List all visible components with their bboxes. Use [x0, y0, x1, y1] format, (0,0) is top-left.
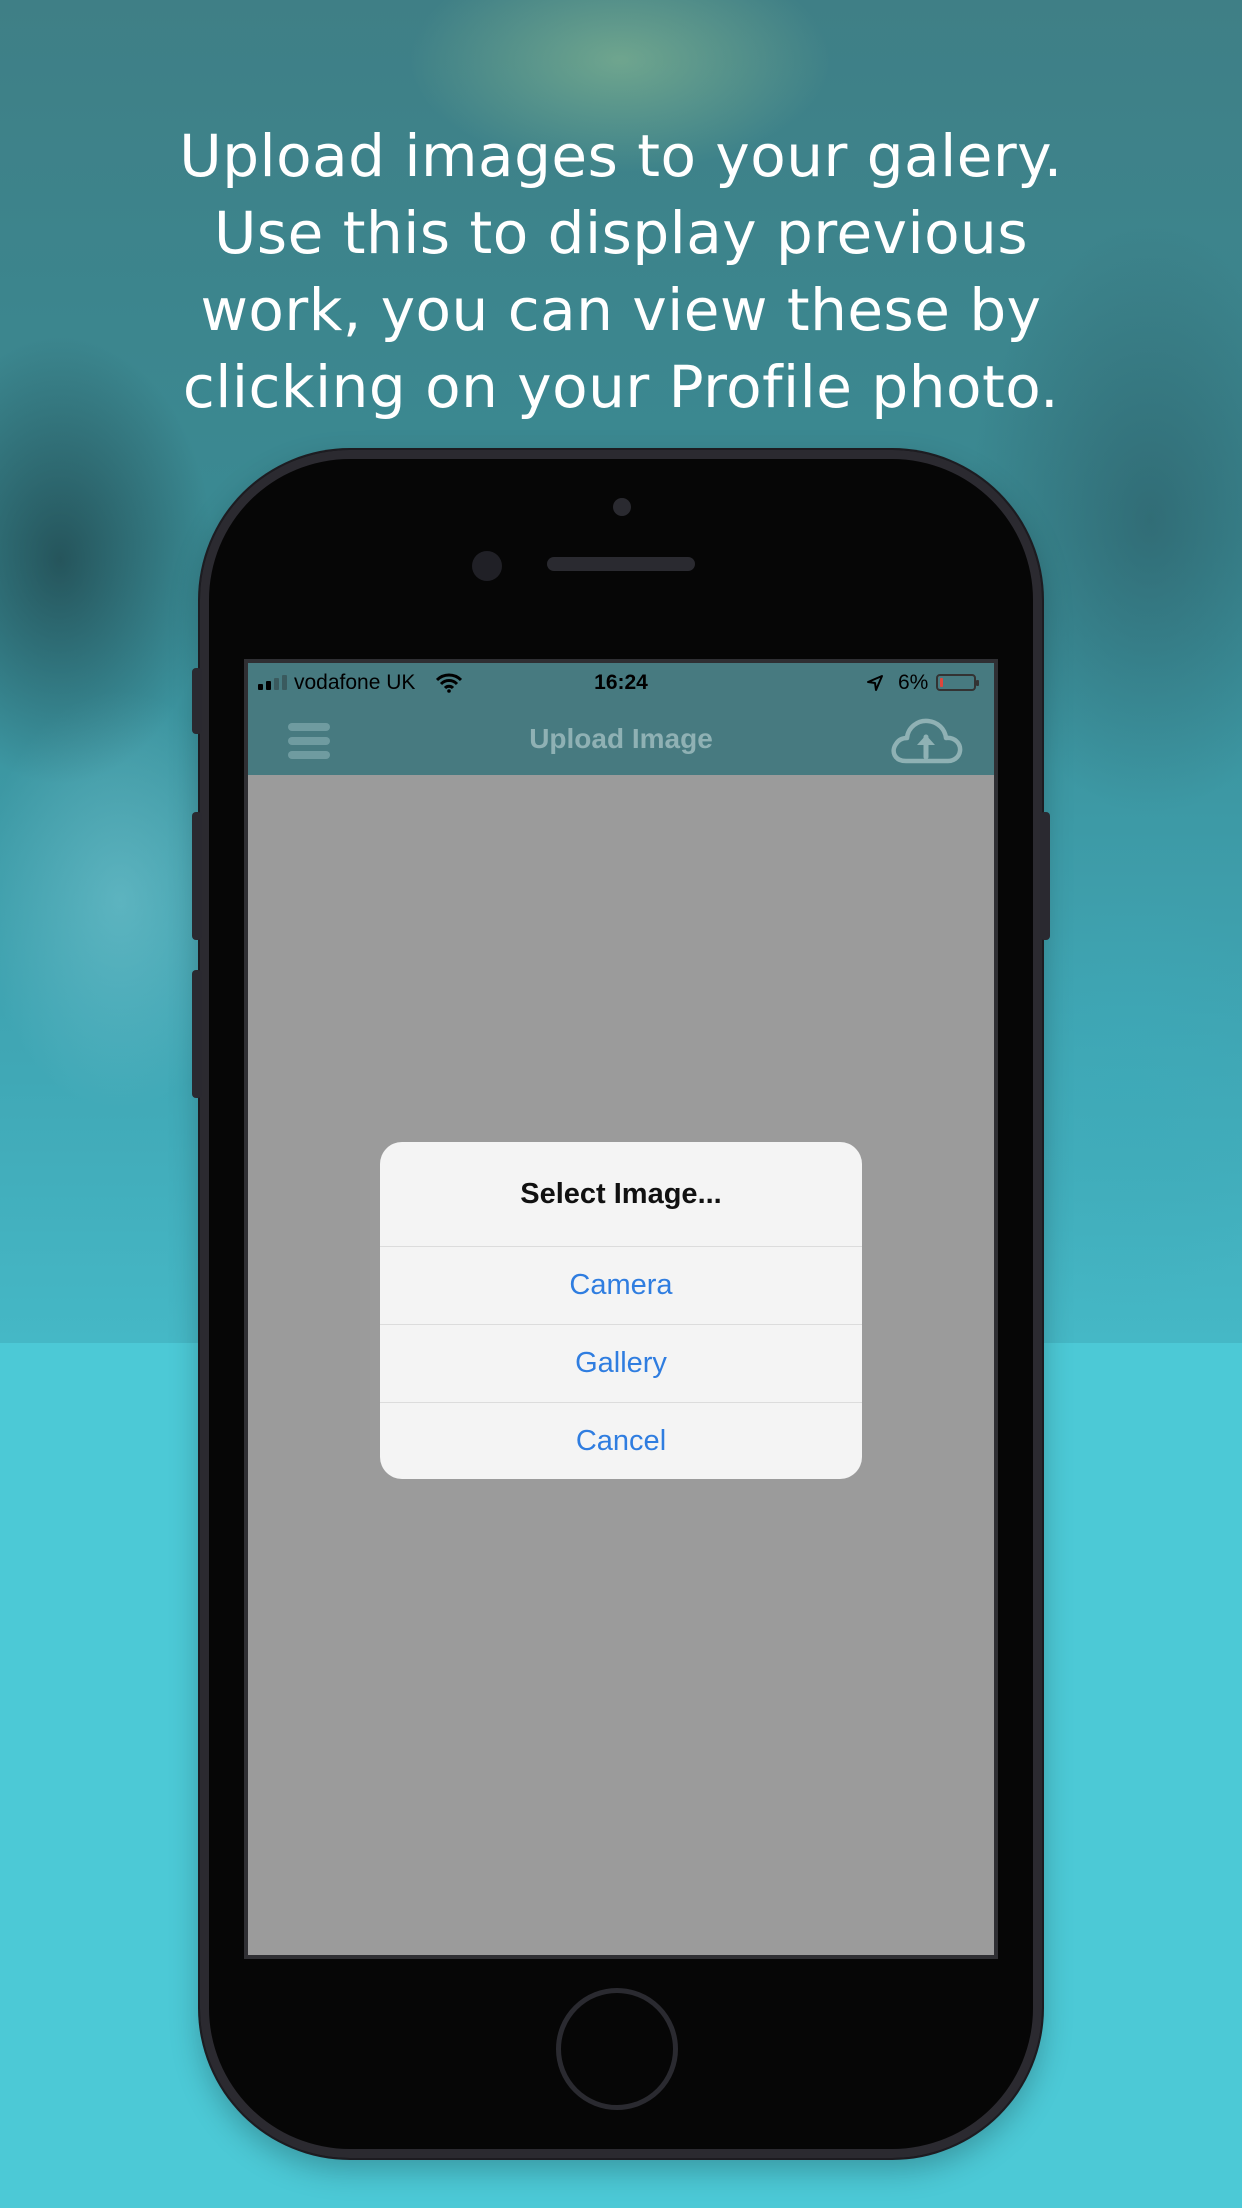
location-arrow-icon: [866, 674, 884, 698]
power-button: [1040, 812, 1050, 940]
status-bar: vodafone UK 16:24 6%: [248, 663, 994, 703]
select-image-dialog: Select Image... Camera Gallery Cancel: [380, 1142, 862, 1479]
volume-up-button: [192, 812, 202, 940]
gallery-option-button[interactable]: Gallery: [380, 1325, 862, 1403]
headline-line: work, you can view these by: [200, 276, 1042, 344]
battery-level-fill: [940, 678, 943, 687]
front-camera: [472, 551, 502, 581]
battery-percent: 6%: [898, 671, 929, 694]
home-button: [556, 1988, 678, 2110]
headline-line: Upload images to your galery.: [179, 122, 1063, 190]
page-title: Upload Image: [529, 723, 713, 754]
cloud-upload-icon[interactable]: [888, 715, 964, 771]
camera-option-button[interactable]: Camera: [380, 1247, 862, 1325]
headline-line: Use this to display previous: [213, 199, 1029, 267]
proximity-sensor: [613, 498, 631, 516]
volume-down-button: [192, 970, 202, 1098]
battery-icon: [936, 674, 979, 691]
dialog-title: Select Image...: [380, 1142, 862, 1247]
marketing-headline: Upload images to your galery. Use this t…: [100, 118, 1142, 426]
cancel-button[interactable]: Cancel: [380, 1403, 862, 1479]
app-nav-bar: Upload Image: [248, 703, 994, 775]
earpiece-speaker: [547, 557, 695, 571]
mute-switch: [192, 668, 202, 734]
headline-line: clicking on your Profile photo.: [182, 353, 1060, 421]
